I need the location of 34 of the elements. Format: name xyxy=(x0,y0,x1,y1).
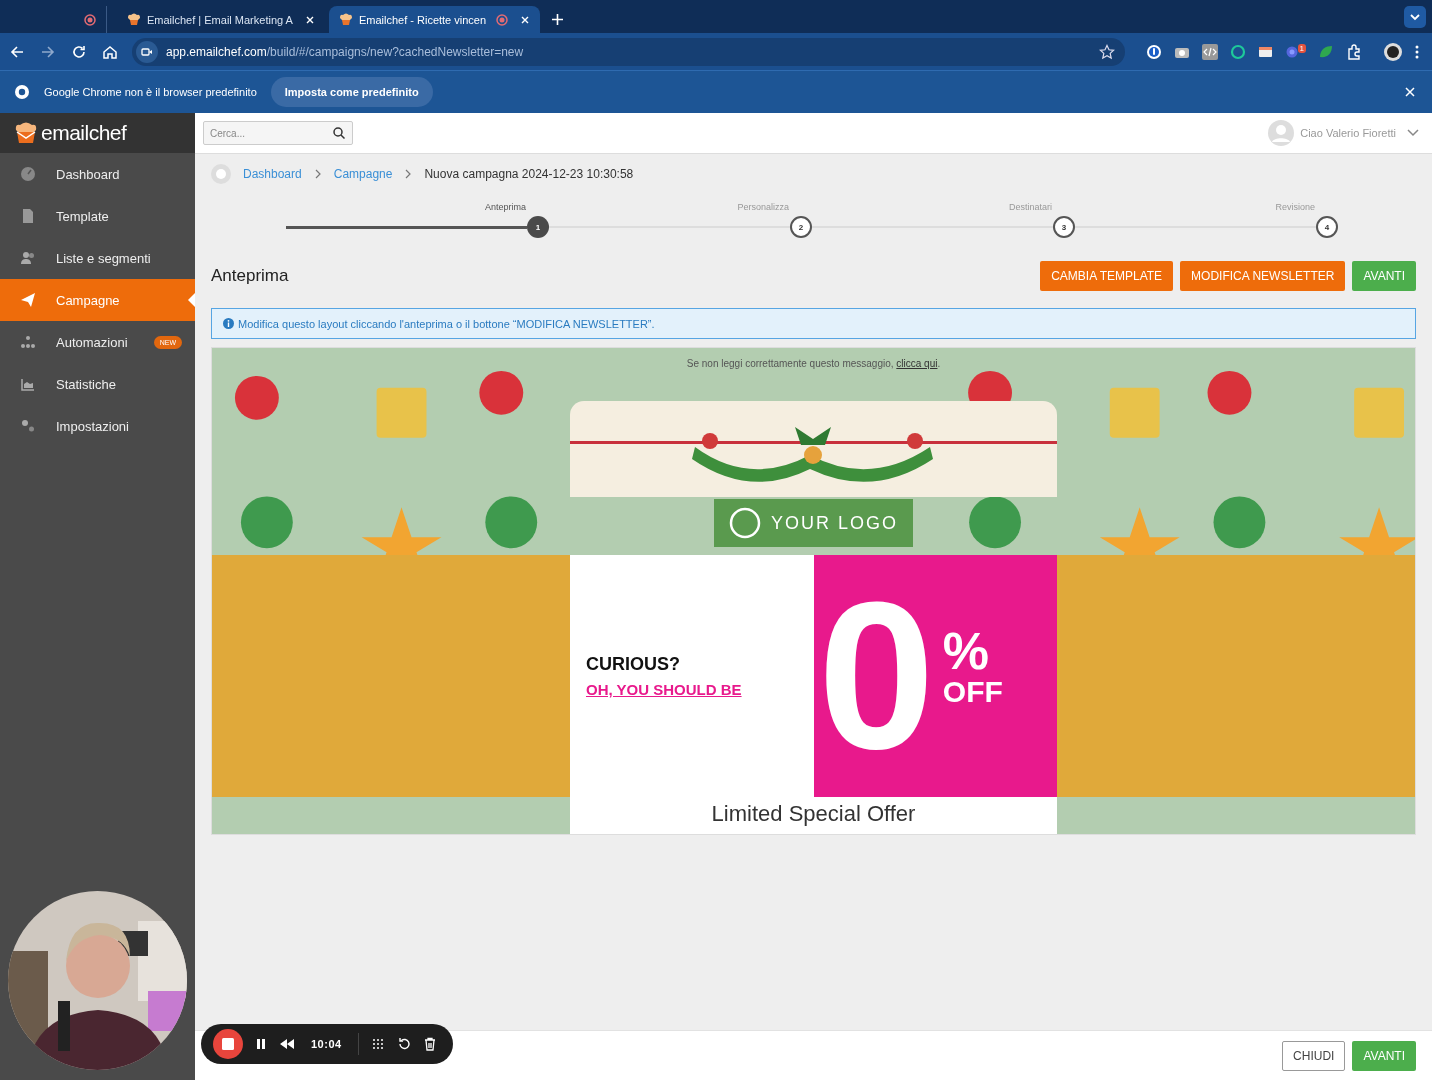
headline: CURIOUS? xyxy=(586,654,681,675)
breadcrumb-current: Nuova campagna 2024-12-23 10:30:58 xyxy=(424,167,634,181)
sidebar-item[interactable]: Liste e segmenti xyxy=(0,237,195,279)
step-label: Revisione xyxy=(1275,201,1315,214)
off-label: OFF xyxy=(942,677,1003,707)
step-number[interactable]: 3 xyxy=(1053,216,1075,238)
sidebar-item[interactable]: Dashboard xyxy=(0,153,195,195)
step-label: Personalizza xyxy=(737,201,789,214)
page-title: Anteprima xyxy=(211,266,289,286)
sidebar-item[interactable]: Template xyxy=(0,195,195,237)
preview-notice: Se non leggi correttamente questo messaggio, clicca qui. xyxy=(686,357,941,371)
step-label: Anteprima xyxy=(484,201,526,214)
step-number[interactable]: 2 xyxy=(790,216,812,238)
search-field[interactable]: Cerca... xyxy=(203,121,353,145)
step-number[interactable]: 1 xyxy=(527,216,549,238)
recording-time: 10:04 xyxy=(311,1038,342,1050)
infobar-message: Google Chrome non è il browser predefinito xyxy=(44,86,257,98)
notification-badge: 1 xyxy=(1297,43,1306,53)
logo-text: emailchef xyxy=(41,121,127,145)
percent-sign: % xyxy=(942,625,991,677)
subheadline-link[interactable]: OH, YOU SHOULD BE xyxy=(586,681,814,698)
browser-tab[interactable]: Emailchef | Email Marketing A xyxy=(117,6,325,33)
offer-title: Limited Special Offer xyxy=(711,801,916,827)
step-number[interactable]: 4 xyxy=(1316,216,1338,238)
address-bar[interactable]: app.emailchef.com/build/#/campaigns/new?cachedNewsletter=new xyxy=(132,37,1125,66)
close-button[interactable]: CHIUDI xyxy=(1282,1040,1346,1071)
logo-text: YOUR LOGO xyxy=(771,512,898,534)
set-default-button[interactable]: Imposta come predefinito xyxy=(270,77,433,107)
notice-text: Modifica questo layout cliccando l'anteprima o il bottone “MODIFICA NEWSLETTER”. xyxy=(238,317,655,330)
sidebar-item[interactable]: Statistiche xyxy=(0,363,195,405)
step-label: Destinatari xyxy=(1008,201,1052,214)
sidebar-item[interactable]: Impostazioni xyxy=(0,405,195,447)
browser-tab[interactable]: Emailchef - Ricette vincen xyxy=(328,6,541,33)
discount-number: 0 xyxy=(818,571,935,781)
